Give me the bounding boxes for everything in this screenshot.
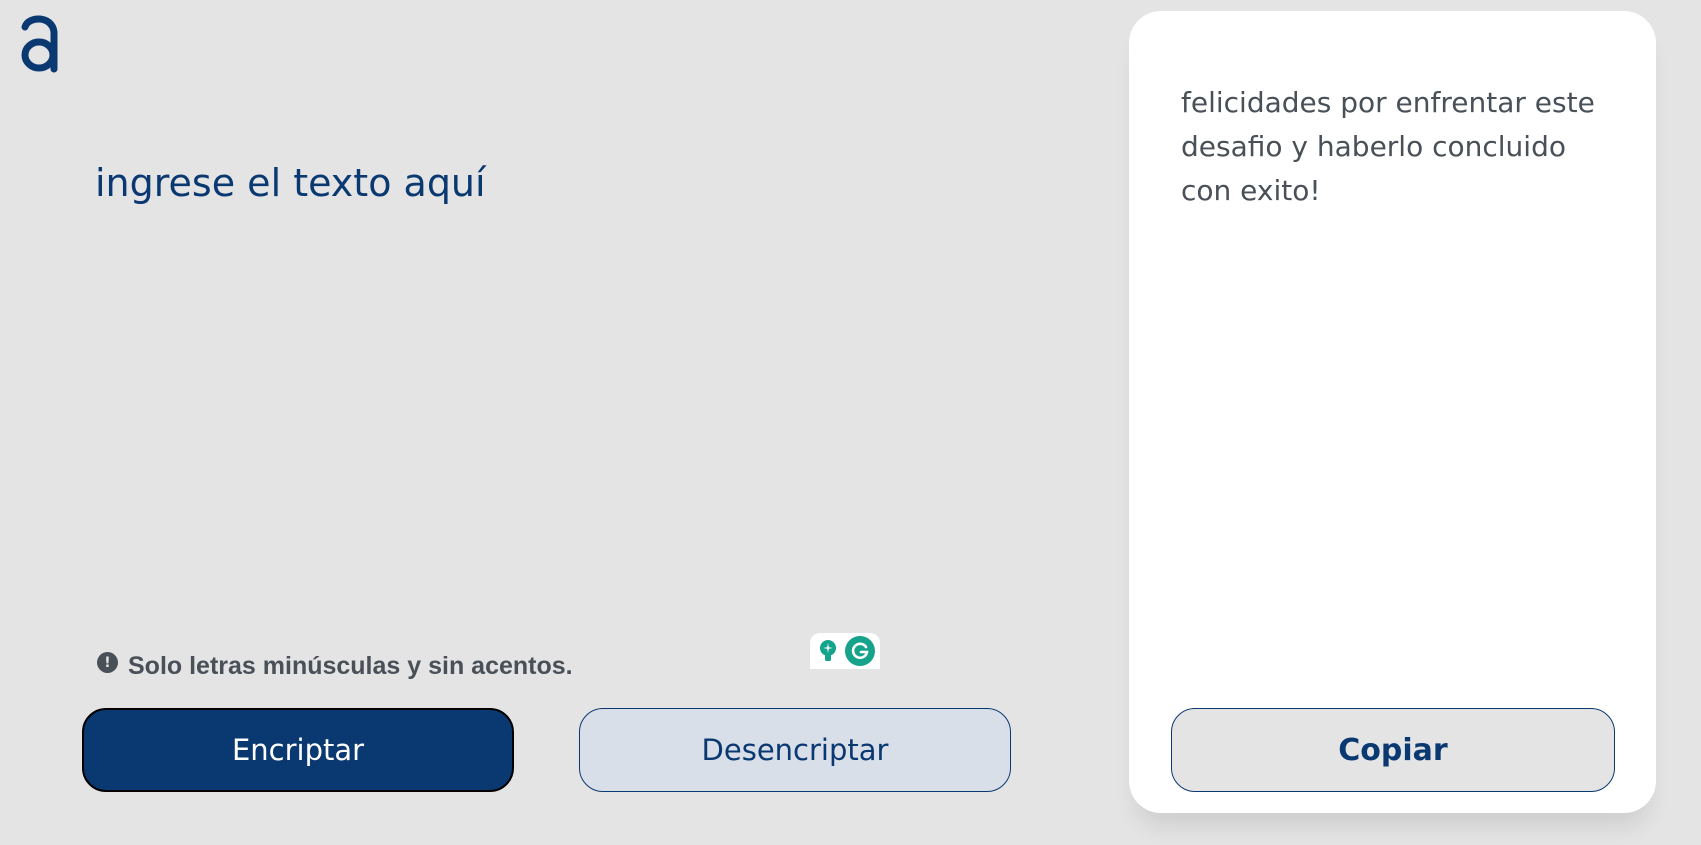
encrypt-button[interactable]: Encriptar (82, 708, 514, 792)
grammarly-g-icon[interactable] (844, 636, 875, 666)
output-panel: felicidades por enfrentar este desafio y… (1129, 11, 1656, 813)
grammarly-widget[interactable] (810, 633, 880, 669)
input-hint: ! Solo letras minúsculas y sin acentos. (97, 652, 573, 681)
exclamation-circle-icon: ! (97, 652, 118, 673)
grammarly-bulb-icon[interactable] (816, 639, 840, 663)
alura-logo-icon (21, 15, 58, 73)
text-input[interactable] (95, 140, 995, 610)
decrypt-button[interactable]: Desencriptar (579, 708, 1011, 792)
hint-text: Solo letras minúsculas y sin acentos. (128, 652, 573, 680)
output-text: felicidades por enfrentar este desafio y… (1181, 86, 1595, 207)
copy-button[interactable]: Copiar (1171, 708, 1615, 792)
